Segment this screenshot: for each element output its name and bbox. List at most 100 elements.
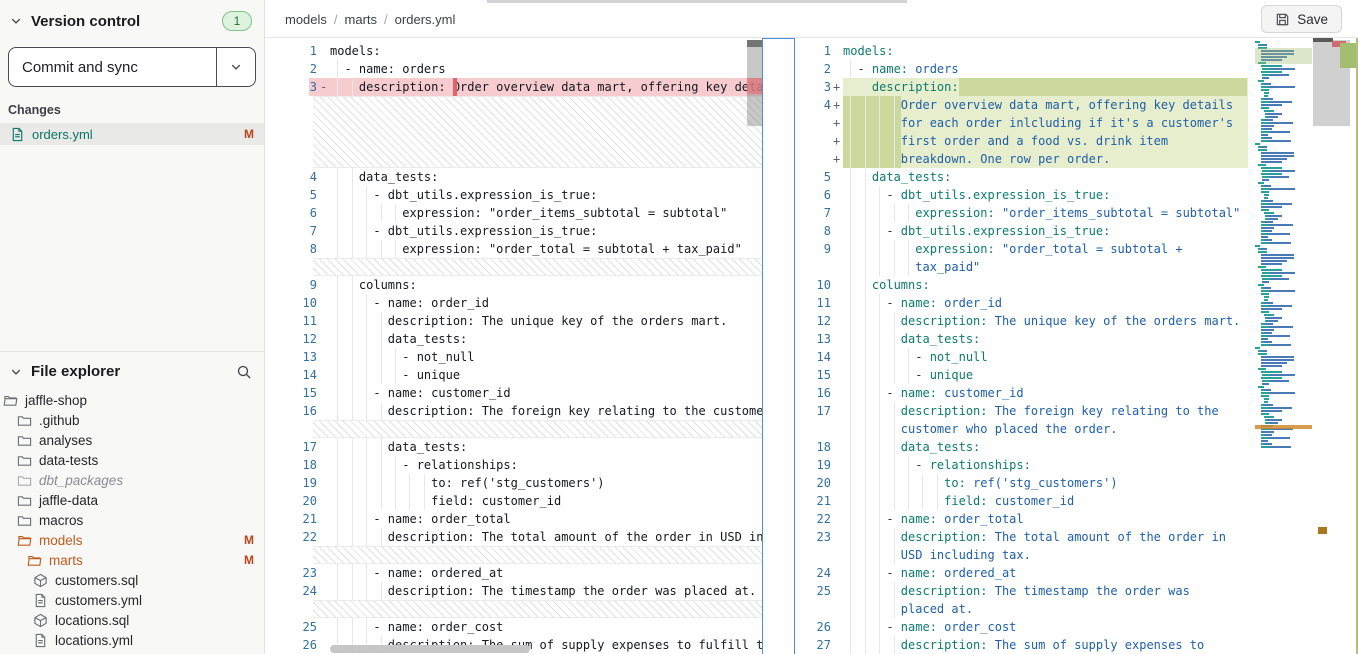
line-number: 13: [265, 348, 317, 366]
breadcrumb-item-orders-yml[interactable]: orders.yml: [395, 12, 456, 27]
code-line[interactable]: 14 - unique: [265, 366, 762, 384]
diff-marker: +: [833, 132, 840, 150]
code-line[interactable]: 10 - name: order_id: [265, 294, 762, 312]
code-line[interactable]: 9 columns:: [265, 276, 762, 294]
code-line[interactable]: + breakdown. One row per order.: [797, 150, 1253, 168]
code-line[interactable]: + for each order inlcluding if it's a cu…: [797, 114, 1253, 132]
code-text: expression: "order_total = subtotal +: [843, 240, 1183, 258]
tree-item-macros[interactable]: macros: [0, 510, 264, 530]
search-icon[interactable]: [236, 364, 252, 380]
tree-item-marts[interactable]: martsM: [0, 550, 264, 570]
code-line[interactable]: 23 - name: ordered_at: [265, 564, 762, 582]
code-line[interactable]: 17 data_tests:: [265, 438, 762, 456]
code-line[interactable]: 25 description: The timestamp the order …: [797, 582, 1253, 600]
diff-pane-modified[interactable]: 1models:2 - name: orders3+ description:4…: [797, 38, 1358, 654]
code-line[interactable]: 9 expression: "order_total = subtotal +: [797, 240, 1253, 258]
code-line[interactable]: USD including tax.: [797, 546, 1253, 564]
chevron-down-icon: [10, 366, 22, 378]
code-line[interactable]: 4+ Order overview data mart, offering ke…: [797, 96, 1253, 114]
code-line[interactable]: 11 - name: order_id: [797, 294, 1253, 312]
minimap[interactable]: [1255, 40, 1312, 654]
code-line[interactable]: 3+ description:: [797, 78, 1253, 96]
breadcrumb-item-models[interactable]: models: [285, 12, 327, 27]
diff-pane-divider[interactable]: [762, 38, 795, 654]
tree-item-jaffle-data[interactable]: jaffle-data: [0, 490, 264, 510]
line-number: 1: [265, 42, 317, 60]
code-line[interactable]: 23 description: The total amount of the …: [797, 528, 1253, 546]
code-line[interactable]: 12 data_tests:: [265, 330, 762, 348]
code-line[interactable]: 3- description: Order overview data mart…: [265, 78, 762, 96]
code-line[interactable]: 1models:: [265, 42, 762, 60]
commit-and-sync-button[interactable]: Commit and sync: [8, 47, 256, 87]
code-line[interactable]: 10 columns:: [797, 276, 1253, 294]
code-line[interactable]: 12 description: The unique key of the or…: [797, 312, 1253, 330]
code-line[interactable]: placed at.: [797, 600, 1253, 618]
code-line[interactable]: 16 - name: customer_id: [797, 384, 1253, 402]
tree-item-analyses[interactable]: analyses: [0, 430, 264, 450]
save-button[interactable]: Save: [1261, 5, 1342, 33]
tree-item-data-tests[interactable]: data-tests: [0, 450, 264, 470]
code-line[interactable]: 8 expression: "order_total = subtotal + …: [265, 240, 762, 258]
code-line[interactable]: 13 - not_null: [265, 348, 762, 366]
code-line[interactable]: 7 - dbt_utils.expression_is_true:: [265, 222, 762, 240]
folder-icon: [17, 513, 32, 528]
file-icon: [33, 633, 48, 648]
code-line[interactable]: customer who placed the order.: [797, 420, 1253, 438]
code-line[interactable]: 18 - relationships:: [265, 456, 762, 474]
code-line[interactable]: 22 - name: order_total: [797, 510, 1253, 528]
code-line[interactable]: 6 expression: "order_items_subtotal = su…: [265, 204, 762, 222]
code-line[interactable]: 20 to: ref('stg_customers'): [797, 474, 1253, 492]
left-horizontal-scrollbar-thumb[interactable]: [330, 645, 530, 653]
line-number: 15: [265, 384, 317, 402]
code-line[interactable]: 17 description: The foreign key relating…: [797, 402, 1253, 420]
code-line[interactable]: 2 - name: orders: [265, 60, 762, 78]
code-line[interactable]: 4 data_tests:: [265, 168, 762, 186]
tree-item-customers-yml[interactable]: customers.yml: [0, 590, 264, 610]
code-line[interactable]: 22 description: The total amount of the …: [265, 528, 762, 546]
code-line[interactable]: 13 data_tests:: [797, 330, 1253, 348]
code-line[interactable]: 26 - name: order_cost: [797, 618, 1253, 636]
tree-item-locations-yml[interactable]: locations.yml: [0, 630, 264, 650]
breadcrumb-item-marts[interactable]: marts: [345, 12, 378, 27]
code-line[interactable]: 8 - dbt_utils.expression_is_true:: [797, 222, 1253, 240]
code-line[interactable]: 21 - name: order_total: [265, 510, 762, 528]
right-scrollbar[interactable]: [1312, 38, 1358, 654]
code-line[interactable]: 7 expression: "order_items_subtotal = su…: [797, 204, 1253, 222]
diff-pane-original[interactable]: 1models:2 - name: orders3- description: …: [265, 38, 762, 654]
code-line[interactable]: + first order and a food vs. drink item: [797, 132, 1253, 150]
code-line[interactable]: 24 - name: ordered_at: [797, 564, 1253, 582]
code-line[interactable]: 2 - name: orders: [797, 60, 1253, 78]
code-line[interactable]: 14 - not_null: [797, 348, 1253, 366]
code-line[interactable]: 19 - relationships:: [797, 456, 1253, 474]
code-line[interactable]: 16 description: The foreign key relating…: [265, 402, 762, 420]
tree-item-models[interactable]: modelsM: [0, 530, 264, 550]
commit-options-chevron[interactable]: [216, 48, 255, 86]
code-line[interactable]: 6 - dbt_utils.expression_is_true:: [797, 186, 1253, 204]
code-line[interactable]: 1models:: [797, 42, 1253, 60]
code-line[interactable]: 20 field: customer_id: [265, 492, 762, 510]
code-line[interactable]: 27 description: The sum of supply expens…: [797, 636, 1253, 654]
code-line[interactable]: 25 - name: order_cost: [265, 618, 762, 636]
version-control-section: Version control 1 Commit and sync Change…: [0, 0, 264, 352]
diff-marker: +: [833, 78, 840, 96]
tree-item-jaffle-shop[interactable]: jaffle-shop: [0, 390, 264, 410]
code-line[interactable]: tax_paid": [797, 258, 1253, 276]
code-line[interactable]: 21 field: customer_id: [797, 492, 1253, 510]
code-line[interactable]: 18 data_tests:: [797, 438, 1253, 456]
code-line[interactable]: 11 description: The unique key of the or…: [265, 312, 762, 330]
tree-item-dbt-packages[interactable]: dbt_packages: [0, 470, 264, 490]
code-line[interactable]: 5 - dbt_utils.expression_is_true:: [265, 186, 762, 204]
changed-file-row[interactable]: orders.yml M: [0, 123, 264, 145]
code-line[interactable]: 15 - unique: [797, 366, 1253, 384]
tree-item-locations-sql[interactable]: locations.sql: [0, 610, 264, 630]
code-line[interactable]: 19 to: ref('stg_customers'): [265, 474, 762, 492]
code-line[interactable]: 15 - name: customer_id: [265, 384, 762, 402]
version-control-header[interactable]: Version control 1: [0, 0, 264, 39]
tree-item-customers-sql[interactable]: customers.sql: [0, 570, 264, 590]
code-line[interactable]: 5 data_tests:: [797, 168, 1253, 186]
left-scrollbar[interactable]: [747, 38, 762, 654]
code-line[interactable]: 24 description: The timestamp the order …: [265, 582, 762, 600]
tree-item--github[interactable]: .github: [0, 410, 264, 430]
line-number: 4: [797, 96, 831, 114]
file-explorer-header[interactable]: File explorer: [0, 352, 264, 388]
